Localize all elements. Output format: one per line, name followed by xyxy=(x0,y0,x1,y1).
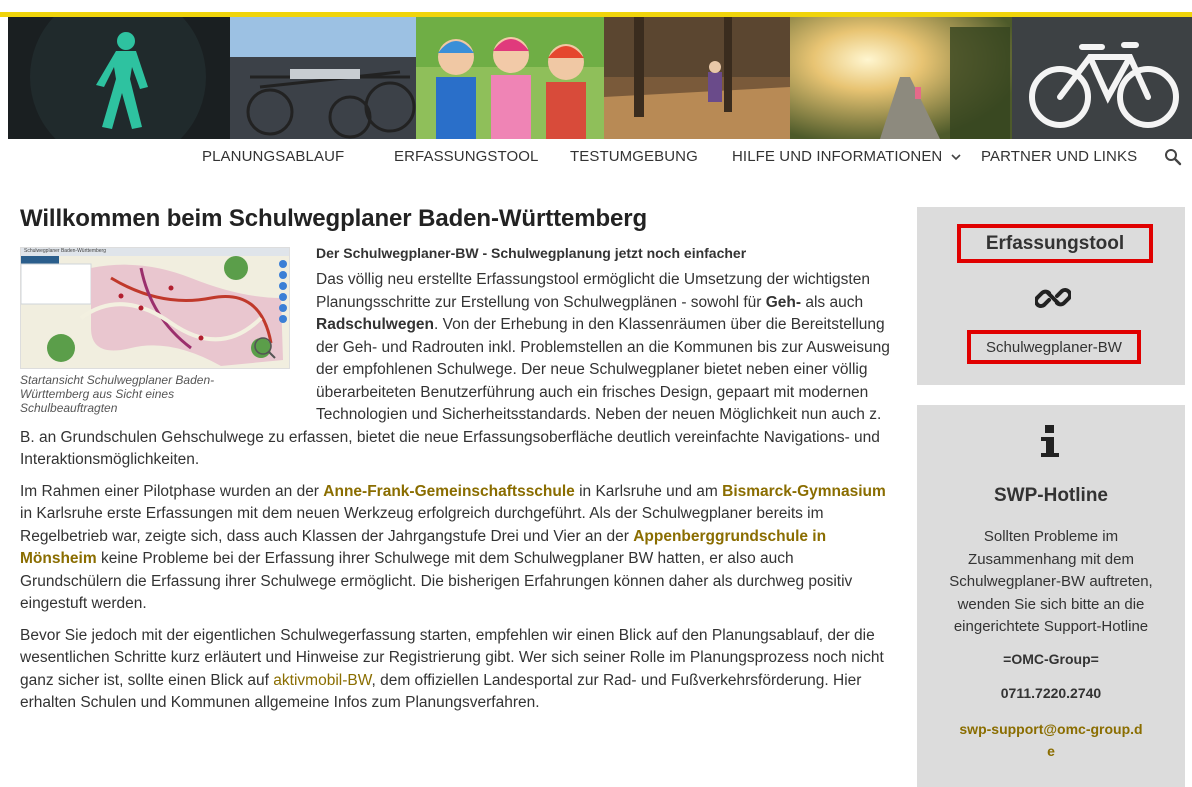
nav-item-testumgebung[interactable]: TESTUMGEBUNG xyxy=(570,148,698,165)
link-aktivmobil-bw[interactable]: aktivmobil-BW xyxy=(273,672,371,689)
link-bismarck-gymnasium[interactable]: Bismarck-Gymnasium xyxy=(722,483,886,500)
chevron-down-icon xyxy=(951,154,961,161)
banner-sunny-road-image xyxy=(790,17,1012,139)
link-anne-frank-schule[interactable]: Anne-Frank-Gemeinschaftsschule xyxy=(323,483,575,500)
main-navigation: PLANUNGSABLAUF ERFASSUNGSTOOL TESTUMGEBU… xyxy=(0,145,1192,171)
page-title: Willkommen beim Schulwegplaner Baden-Wür… xyxy=(20,205,648,232)
erfassungstool-heading: Erfassungstool xyxy=(957,224,1153,263)
banner-bike-symbol-image xyxy=(1012,17,1192,139)
map-thumbnail-header: Schulwegplaner Baden-Württemberg xyxy=(24,248,106,254)
header-banner xyxy=(8,17,1192,139)
hotline-title: SWP-Hotline xyxy=(994,485,1108,506)
main-content: Willkommen beim Schulwegplaner Baden-Wür… xyxy=(20,205,890,715)
search-icon[interactable] xyxy=(1164,148,1182,166)
info-icon xyxy=(1041,425,1059,457)
planning-paragraph: Bevor Sie jedoch mit der eigentlichen Sc… xyxy=(20,626,884,712)
banner-parked-bikes-image xyxy=(230,17,416,139)
hotline-description: Sollten Probleme im Zusammenhang mit dem… xyxy=(949,528,1153,635)
schulwegplaner-bw-link[interactable]: Schulwegplaner-BW xyxy=(967,330,1141,364)
pilot-paragraph: Im Rahmen einer Pilotphase wurden an der… xyxy=(20,482,886,613)
nav-item-partner-und-links[interactable]: PARTNER UND LINKS xyxy=(981,148,1137,165)
hotline-phone: 0711.7220.2740 xyxy=(1000,685,1102,701)
nav-item-hilfe-und-informationen[interactable]: HILFE UND INFORMATIONEN xyxy=(732,148,961,165)
banner-children-cycling-image xyxy=(416,17,604,139)
hotline-email-link[interactable]: swp-support@omc-group.de xyxy=(957,718,1145,762)
nav-item-label: HILFE UND INFORMATIONEN xyxy=(732,148,943,165)
sidebar-erfassungstool-box: Erfassungstool Schulwegplaner-BW xyxy=(917,207,1185,385)
figure-caption: Startansicht Schulwegplaner Baden-Württe… xyxy=(20,373,215,415)
nav-item-erfassungstool[interactable]: ERFASSUNGSTOOL xyxy=(394,148,539,165)
screenshot-figure: Schulwegplaner Baden-Württemberg Startan… xyxy=(20,247,300,415)
banner-autumn-path-image xyxy=(604,17,790,139)
nav-item-planungsablauf[interactable]: PLANUNGSABLAUF xyxy=(202,148,344,165)
link-icon xyxy=(1035,288,1071,308)
banner-pedestrian-light-image xyxy=(8,17,230,139)
map-thumbnail-image[interactable]: Schulwegplaner Baden-Württemberg xyxy=(20,247,290,369)
hotline-company: =OMC-Group= xyxy=(1003,651,1099,667)
sidebar-hotline-box: SWP-Hotline Sollten Probleme im Zusammen… xyxy=(917,405,1185,787)
